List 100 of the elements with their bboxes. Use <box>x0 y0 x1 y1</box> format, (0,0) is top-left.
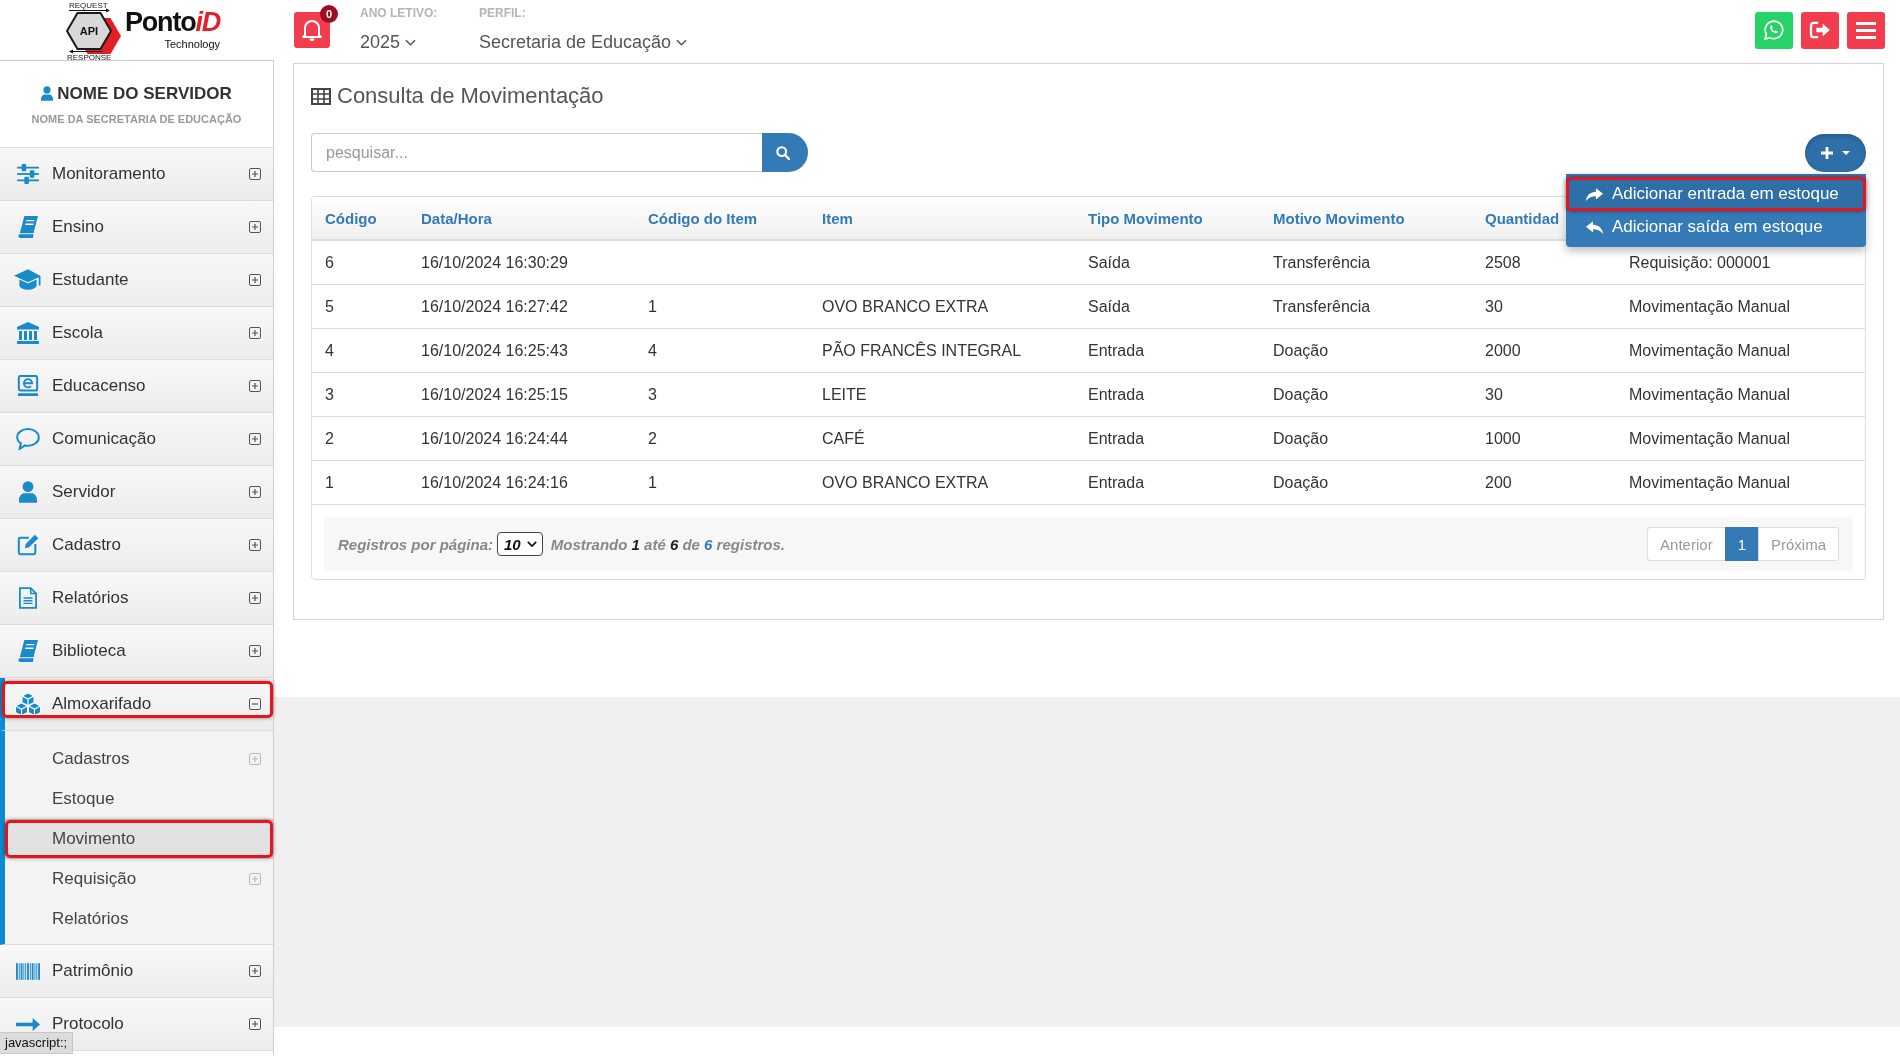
records-summary: Mostrando 1 até 6 de 6 registros. <box>550 535 785 553</box>
phone-chat-icon <box>1763 19 1785 41</box>
sidebar-item[interactable]: Comunicação <box>0 413 273 466</box>
bell-icon <box>302 19 322 41</box>
table-cell: 16/10/2024 16:24:16 <box>408 460 635 505</box>
expand-icon[interactable] <box>249 221 261 233</box>
expand-icon[interactable] <box>249 327 261 339</box>
submenu-item[interactable]: Relatórios <box>5 899 273 939</box>
arrow-icon <box>16 1016 40 1032</box>
expand-icon[interactable] <box>249 168 261 180</box>
barcode-icon <box>16 962 40 980</box>
table-cell: Entrada <box>1075 416 1260 461</box>
table-cell: 200 <box>1472 460 1616 505</box>
forward-arrow-icon <box>1586 187 1603 201</box>
cubes-icon <box>14 691 42 717</box>
graduation-cap-icon <box>14 269 42 291</box>
table-cell: Movimentação Manual <box>1616 416 1865 461</box>
expand-icon[interactable] <box>249 592 261 604</box>
status-tooltip: javascript:; <box>0 1032 74 1054</box>
department-name: NOME DA SECRETARIA DE EDUCAÇÃO <box>31 112 242 125</box>
table-cell: LEITE <box>809 372 1075 417</box>
submenu-item[interactable]: Estoque <box>5 779 273 819</box>
table-cell: 4 <box>312 328 408 373</box>
column-header[interactable]: Código <box>312 197 408 240</box>
expand-icon[interactable] <box>249 539 261 551</box>
table-cell: 1 <box>635 460 809 505</box>
expand-icon[interactable] <box>249 486 261 498</box>
menu-item[interactable]: Adicionar entrada em estoque <box>1566 177 1866 211</box>
sidebar-item[interactable]: Educacenso <box>0 360 273 413</box>
table-cell: Doação <box>1260 416 1472 461</box>
table-cell: PÃO FRANCÊS INTEGRAL <box>809 328 1075 373</box>
sidebar-item[interactable]: Biblioteca <box>0 625 273 678</box>
table-cell: 3 <box>635 372 809 417</box>
add-button[interactable] <box>1805 133 1866 172</box>
table-cell: 1 <box>635 284 809 329</box>
sidebar-item[interactable]: Cadastro <box>0 519 273 572</box>
brand-name: PontoiD <box>125 7 221 37</box>
logo-badge-text: API <box>79 25 99 37</box>
profile-dropdown[interactable]: Secretaria de Educação <box>479 30 688 54</box>
page-size-select[interactable]: 10 <box>497 532 543 556</box>
table-cell: Movimentação Manual <box>1616 328 1865 373</box>
table-cell: Doação <box>1260 372 1472 417</box>
screen-icon <box>17 375 39 397</box>
table-cell: 5 <box>312 284 408 329</box>
back-arrow-icon <box>1586 220 1603 234</box>
search-button[interactable] <box>762 133 808 172</box>
sliders-icon <box>17 164 39 184</box>
sidebar-item[interactable]: Monitoramento <box>0 148 273 201</box>
chevron-down-icon <box>676 38 688 46</box>
school-year-dropdown[interactable]: 2025 <box>360 30 417 54</box>
logout-button[interactable] <box>1801 11 1839 49</box>
exit-icon <box>1809 21 1831 39</box>
expand-icon[interactable] <box>249 433 261 445</box>
expand-icon[interactable] <box>249 1018 261 1030</box>
expand-icon[interactable] <box>249 380 261 392</box>
menu-button[interactable] <box>1847 11 1885 49</box>
table-cell: 1000 <box>1472 416 1616 461</box>
sidebar-item[interactable]: Relatórios <box>0 572 273 625</box>
submenu-item[interactable]: Requisição <box>5 859 273 899</box>
table-cell: Saída <box>1075 240 1260 285</box>
profile-label: PERFIL: <box>479 6 526 20</box>
table-cell: 16/10/2024 16:27:42 <box>408 284 635 329</box>
sidebar-item[interactable]: Ensino <box>0 201 273 254</box>
table-cell: Transferência <box>1260 284 1472 329</box>
search-icon <box>776 145 790 160</box>
table-cell: OVO BRANCO EXTRA <box>809 284 1075 329</box>
submenu-item[interactable]: Movimento <box>5 819 273 859</box>
expand-icon[interactable] <box>249 274 261 286</box>
expand-icon[interactable] <box>249 965 261 977</box>
collapse-icon[interactable] <box>249 698 261 710</box>
sidebar-item[interactable]: Almoxarifado <box>0 678 273 731</box>
table-cell: 16/10/2024 16:24:44 <box>408 416 635 461</box>
page-button[interactable]: 1 <box>1724 527 1759 561</box>
submenu-item[interactable]: Cadastros <box>5 739 273 779</box>
table-cell: 16/10/2024 16:25:43 <box>408 328 635 373</box>
document-icon <box>19 587 37 609</box>
user-icon <box>41 86 54 101</box>
table-cell: OVO BRANCO EXTRA <box>809 460 1075 505</box>
table-cell: Entrada <box>1075 372 1260 417</box>
caret-down-icon <box>1842 150 1850 155</box>
table-cell: 6 <box>312 240 408 285</box>
table-cell: 2000 <box>1472 328 1616 373</box>
table-cell: Doação <box>1260 328 1472 373</box>
table-cell: Doação <box>1260 460 1472 505</box>
notification-button[interactable] <box>294 12 330 48</box>
book-icon <box>18 216 38 238</box>
sidebar-item[interactable]: Estudante <box>0 254 273 307</box>
sidebar-item[interactable]: Servidor <box>0 466 273 519</box>
edit-icon <box>17 534 39 556</box>
user-icon <box>19 481 37 503</box>
search-field[interactable]: pesquisar... <box>311 133 762 172</box>
sidebar-item[interactable]: Escola <box>0 307 273 360</box>
table-cell: Movimentação Manual <box>1616 372 1865 417</box>
table-cell: Entrada <box>1075 328 1260 373</box>
logo-request-label: REQUEST <box>69 1 108 10</box>
sidebar-item[interactable]: Patrimônio <box>0 945 273 998</box>
table-cell: Transferência <box>1260 240 1472 285</box>
expand-icon[interactable] <box>249 645 261 657</box>
table-cell: Movimentação Manual <box>1616 284 1865 329</box>
notification-count: 0 <box>320 5 338 23</box>
